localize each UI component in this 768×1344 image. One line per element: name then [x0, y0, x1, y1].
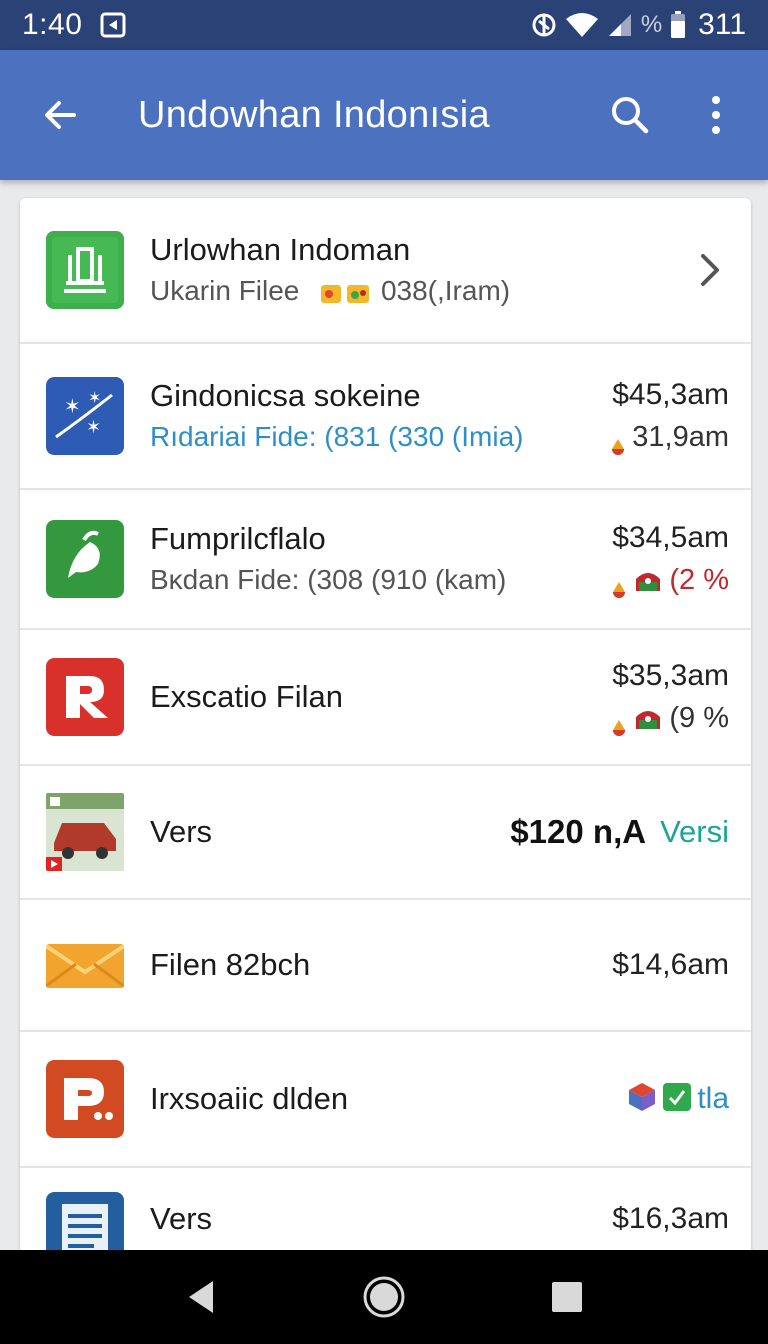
status-time: 1:40: [22, 8, 83, 41]
list-item-secondary: (9 %: [611, 699, 729, 737]
app-list: Urlowhan Indoman Ukarin Filee 038(,Iram)…: [20, 198, 751, 1258]
list-item-title: Urlowhan Indoman: [150, 232, 411, 267]
status-bar: 1:40 % 311: [0, 0, 768, 50]
building-icon: [46, 231, 124, 309]
list-item[interactable]: Urlowhan Indoman Ukarin Filee 038(,Iram): [20, 198, 751, 344]
list-item-prices: $16,3am: [612, 1200, 729, 1238]
svg-text:✶: ✶: [86, 417, 101, 438]
wifi-icon: [565, 12, 599, 38]
drop-icon: [611, 709, 627, 736]
more-options-button[interactable]: [688, 87, 744, 143]
flag-icon: [633, 705, 663, 731]
list-item[interactable]: Exscatio Filan $35,3am (9 %: [20, 630, 751, 766]
app-bar: Undowhan Indonısia: [0, 50, 768, 180]
status-level: 311: [698, 8, 746, 41]
list-item[interactable]: Filen 82bch $14,6am: [20, 900, 751, 1032]
triangle-back-icon: [189, 1281, 214, 1313]
document-icon: [46, 1192, 124, 1258]
list-item[interactable]: Fumprilcflalo Bκdan Fide: (308 (910 (kam…: [20, 490, 751, 630]
drop-icon: [610, 428, 626, 455]
list-item-secondary-text: (9 %: [669, 702, 729, 734]
list-item-secondary-text: 31,9am: [632, 421, 729, 453]
envelope-icon: [46, 926, 124, 1004]
vibrate-icon: [531, 12, 557, 38]
search-icon: [612, 97, 649, 134]
status-percent: %: [640, 11, 663, 38]
list-item-price: $14,6am: [612, 948, 729, 981]
list-item-price: $45,3am: [612, 378, 729, 411]
list-item-prices: $35,3am (9 %: [611, 657, 729, 737]
r-logo-icon: [46, 658, 124, 736]
status-icons: % 311: [531, 8, 746, 42]
list-item-secondary: 31,9am: [610, 418, 729, 456]
nav-recents-button[interactable]: [535, 1265, 599, 1329]
list-item-prices: $45,3am 31,9am: [610, 376, 729, 456]
tla-badge: tla: [697, 1082, 729, 1115]
list-item[interactable]: Vers $16,3am: [20, 1168, 751, 1258]
page-title: Undowhan Indonısia: [138, 93, 490, 136]
search-button[interactable]: [602, 87, 658, 143]
list-item[interactable]: Irxsoaiic dlden tla: [20, 1032, 751, 1168]
square-recents-icon: [551, 1282, 582, 1312]
nav-back-button[interactable]: [169, 1265, 233, 1329]
list-item-price: $16,3am: [612, 1202, 729, 1235]
circle-home-icon: [363, 1276, 405, 1318]
emoji-icon: [319, 280, 371, 306]
list-item-subtitle-extra: 038(,Iram): [380, 275, 511, 306]
list-item[interactable]: ✶ ✶ ✶ Gindonicsa sokeine Rıdariai Fide: (8…: [20, 344, 751, 490]
list-item-price: $120 n,A: [510, 813, 647, 850]
cast-icon: [100, 12, 126, 38]
version-badge: Versi: [660, 814, 729, 849]
list-item-subtitle-text: Ukarin Filee: [150, 275, 300, 306]
list-item-prices: $14,6am: [612, 946, 729, 984]
flag-icon: [633, 567, 663, 593]
list-item-prices: tla: [627, 1081, 729, 1118]
svg-text:✶: ✶: [64, 394, 81, 418]
nav-home-button[interactable]: [352, 1265, 416, 1329]
leaf-icon: [46, 520, 124, 598]
list-item-prices: $34,5am (2 %: [611, 519, 729, 599]
check-icon: [663, 1082, 692, 1116]
signal-icon: [607, 12, 633, 38]
list-item-prices: $120 n,A Versi: [510, 813, 729, 851]
list-item-secondary-text: (2 %: [669, 564, 729, 596]
battery-icon: [670, 11, 686, 39]
cube-icon: [627, 1081, 657, 1118]
stars-icon: ✶ ✶ ✶: [46, 377, 124, 455]
drop-icon: [611, 571, 627, 598]
svg-text:✶: ✶: [88, 388, 101, 407]
chevron-right-icon[interactable]: [695, 250, 725, 290]
system-nav-bar: [0, 1250, 768, 1344]
list-item[interactable]: Vers $120 n,A Versi: [20, 766, 751, 900]
more-vert-icon: [712, 96, 720, 134]
app-actions: [602, 87, 744, 143]
list-item-text: Urlowhan Indoman Ukarin Filee 038(,Iram): [150, 231, 731, 309]
video-thumbnail-icon: [46, 793, 124, 871]
list-item-secondary: (2 %: [611, 561, 729, 599]
list-item-subtitle: Ukarin Filee 038(,Iram): [150, 273, 731, 309]
back-button[interactable]: [30, 85, 90, 145]
list-item-price: $35,3am: [612, 659, 729, 692]
list-item-price: $34,5am: [612, 521, 729, 554]
arrow-back-icon: [45, 101, 76, 129]
p-logo-icon: [46, 1060, 124, 1138]
